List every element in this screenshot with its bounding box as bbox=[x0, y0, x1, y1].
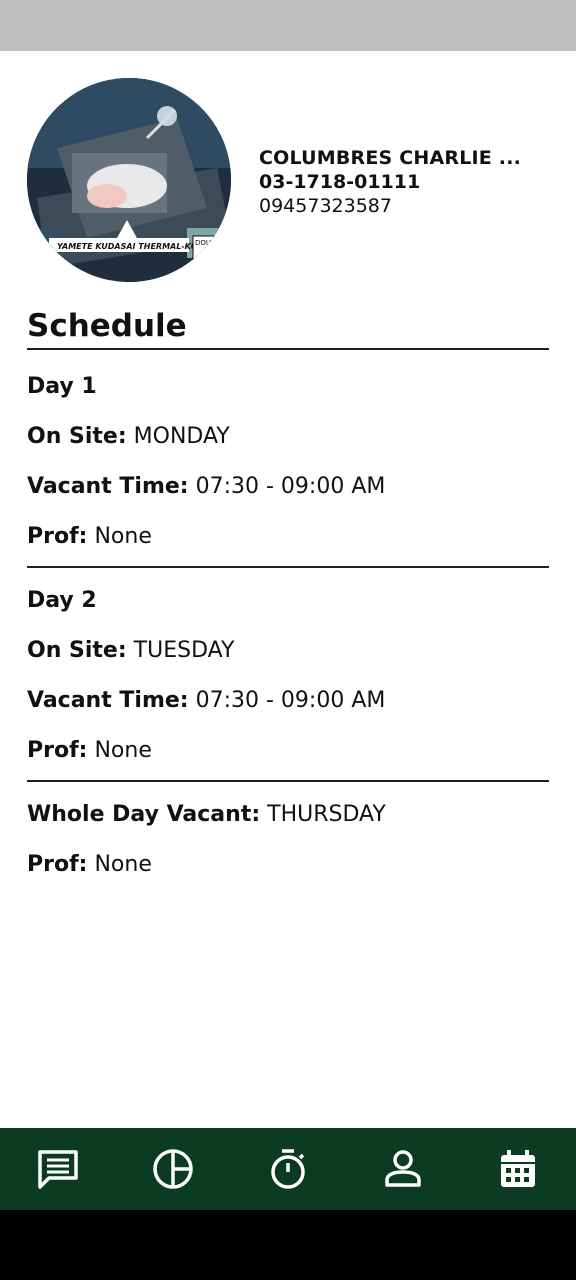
profile-info: COLUMBRES CHARLIE ... 03-1718-01111 0945… bbox=[259, 146, 521, 218]
vacant-time-row: Vacant Time: 07:30 - 09:00 AM bbox=[27, 462, 549, 512]
avatar-caption-small: DOU bbox=[195, 239, 211, 247]
profile-phone: 09457323587 bbox=[259, 195, 392, 217]
schedule-list: Day 1 On Site: MONDAY Vacant Time: 07:30… bbox=[27, 362, 549, 894]
prof-value: None bbox=[94, 852, 152, 877]
profile-id: 03-1718-01111 bbox=[259, 171, 421, 193]
prof-value: None bbox=[94, 738, 152, 763]
on-site-label: On Site: bbox=[27, 638, 127, 663]
status-bar bbox=[0, 0, 576, 51]
system-nav-bar bbox=[0, 1210, 576, 1280]
on-site-label: On Site: bbox=[27, 424, 127, 449]
on-site-row: On Site: TUESDAY bbox=[27, 626, 549, 676]
profile-header: YAMETE KUDASAI THERMAL-KUN DOU COLUMBRES… bbox=[27, 78, 549, 284]
on-site-value: MONDAY bbox=[133, 424, 230, 449]
bottom-nav bbox=[0, 1128, 576, 1210]
vacant-time-value: 07:30 - 09:00 AM bbox=[195, 474, 386, 499]
whole-day-label: Whole Day Vacant: bbox=[27, 802, 261, 827]
vacant-time-value: 07:30 - 09:00 AM bbox=[195, 688, 386, 713]
vacant-time-label: Vacant Time: bbox=[27, 474, 189, 499]
message-icon bbox=[37, 1150, 78, 1189]
nav-timer-button[interactable] bbox=[258, 1139, 318, 1199]
day-title: Day 2 bbox=[27, 588, 97, 613]
schedule-title: Schedule bbox=[27, 308, 549, 350]
nav-schedule-button[interactable] bbox=[488, 1139, 548, 1199]
pie-chart-icon bbox=[153, 1149, 193, 1189]
timer-icon bbox=[271, 1149, 305, 1189]
schedule-day-2: Day 2 On Site: TUESDAY Vacant Time: 07:3… bbox=[27, 568, 549, 782]
day-title: Day 1 bbox=[27, 374, 97, 399]
prof-row: Prof: None bbox=[27, 726, 549, 776]
whole-day-value: THURSDAY bbox=[267, 802, 386, 827]
nav-stats-button[interactable] bbox=[143, 1139, 203, 1199]
profile-icon bbox=[385, 1150, 421, 1187]
on-site-row: On Site: MONDAY bbox=[27, 412, 549, 462]
vacant-time-label: Vacant Time: bbox=[27, 688, 189, 713]
vacant-time-row: Vacant Time: 07:30 - 09:00 AM bbox=[27, 676, 549, 726]
nav-messages-button[interactable] bbox=[28, 1139, 88, 1199]
prof-label: Prof: bbox=[27, 852, 88, 877]
prof-value: None bbox=[94, 524, 152, 549]
avatar-caption: YAMETE KUDASAI THERMAL-KUN bbox=[57, 242, 204, 251]
whole-day-row: Whole Day Vacant: THURSDAY bbox=[27, 790, 549, 840]
profile-name: COLUMBRES CHARLIE ... bbox=[259, 147, 522, 169]
prof-label: Prof: bbox=[27, 524, 88, 549]
prof-row: Prof: None bbox=[27, 512, 549, 562]
nav-profile-button[interactable] bbox=[373, 1139, 433, 1199]
calendar-icon bbox=[501, 1150, 536, 1187]
on-site-value: TUESDAY bbox=[133, 638, 235, 663]
prof-row: Prof: None bbox=[27, 840, 549, 890]
avatar[interactable]: YAMETE KUDASAI THERMAL-KUN DOU bbox=[27, 78, 231, 282]
avatar-image: YAMETE KUDASAI THERMAL-KUN DOU bbox=[27, 78, 231, 282]
schedule-day-1: Day 1 On Site: MONDAY Vacant Time: 07:30… bbox=[27, 362, 549, 568]
prof-label: Prof: bbox=[27, 738, 88, 763]
schedule-whole-day: Whole Day Vacant: THURSDAY Prof: None bbox=[27, 782, 549, 894]
